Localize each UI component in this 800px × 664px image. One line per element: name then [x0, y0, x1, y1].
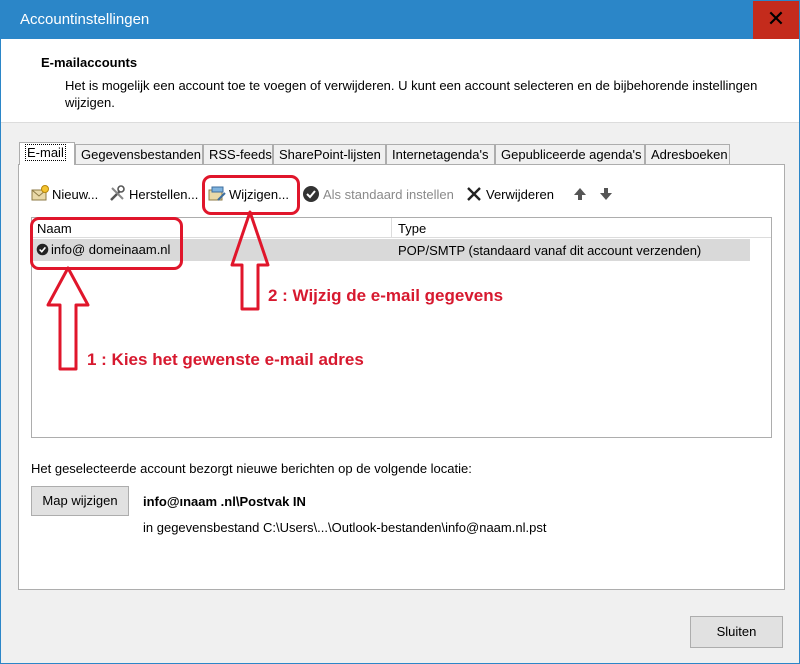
- account-settings-window: Accountinstellingen ✕ E-mailaccounts Het…: [0, 0, 800, 664]
- set-default-button[interactable]: Als standaard instellen: [302, 183, 454, 205]
- arrow-up-annotation-2: [230, 210, 270, 311]
- column-header-type[interactable]: Type: [392, 218, 426, 238]
- column-header-name[interactable]: Naam: [32, 218, 392, 238]
- tab-address-books[interactable]: Adresboeken: [645, 144, 730, 165]
- close-icon: ✕: [766, 6, 786, 31]
- close-window-button[interactable]: ✕: [753, 1, 799, 39]
- tab-published-calendars[interactable]: Gepubliceerde agenda's: [495, 144, 645, 165]
- section-title: E-mailaccounts: [41, 55, 138, 70]
- annotation-step-1: 1 : Kies het gewenste e-mail adres: [87, 350, 364, 369]
- arrow-down-icon: [600, 188, 612, 200]
- account-type-cell: POP/SMTP (standaard vanaf dit account ve…: [398, 243, 702, 258]
- close-button[interactable]: Sluiten: [690, 616, 783, 648]
- change-label: Wijzigen...: [229, 186, 289, 202]
- checkmark-circle-icon: [303, 186, 319, 202]
- account-list[interactable]: Naam Type info@ domeinaam.nl POP/SMTP (s…: [31, 217, 772, 438]
- delivery-folder-path: info@ınaam .nl\Postvak IN: [143, 494, 306, 509]
- list-scrollbar[interactable]: [750, 239, 771, 437]
- account-email: info@ domeinaam.nl: [51, 242, 171, 257]
- title-bar[interactable]: Accountinstellingen ✕: [1, 1, 799, 39]
- delete-x-icon: [467, 187, 481, 201]
- window-title: Accountinstellingen: [20, 11, 150, 28]
- tab-email[interactable]: E-mail: [19, 142, 75, 165]
- section-description: Het is mogelijk een account toe te voege…: [65, 78, 758, 110]
- arrow-up-annotation-1: [46, 266, 90, 371]
- repair-button[interactable]: Herstellen...: [108, 183, 198, 205]
- tab-data-files[interactable]: Gegevensbestanden: [75, 144, 203, 165]
- tab-rss-feeds[interactable]: RSS-feeds: [203, 144, 273, 165]
- remove-label: Verwijderen: [486, 186, 554, 202]
- move-down-button[interactable]: [597, 183, 618, 205]
- new-mail-icon: [31, 185, 49, 201]
- new-account-label: Nieuw...: [52, 186, 99, 202]
- tools-icon: [110, 185, 125, 201]
- tab-label: E-mail: [25, 144, 66, 161]
- account-name-cell: info@ domeinaam.nl: [36, 242, 170, 257]
- annotation-step-2: 2 : Wijzig de e-mail gegevens: [268, 286, 504, 305]
- table-row[interactable]: info@ domeinaam.nl POP/SMTP (standaard v…: [32, 239, 750, 261]
- change-folder-button[interactable]: Map wijzigen: [31, 486, 129, 516]
- change-folder-label: Map wijzigen: [42, 493, 118, 508]
- delivery-location-label: Het geselecteerde account bezorgt nieuwe…: [31, 461, 472, 476]
- data-file-path: in gegevensbestand C:\Users\...\Outlook-…: [143, 520, 547, 535]
- tab-sharepoint-lists[interactable]: SharePoint-lijsten: [273, 144, 386, 165]
- repair-label: Herstellen...: [129, 186, 199, 202]
- close-button-label: Sluiten: [716, 624, 757, 639]
- remove-button[interactable]: Verwijderen: [465, 183, 554, 205]
- edit-account-icon: [208, 186, 226, 201]
- new-account-button[interactable]: Nieuw...: [31, 183, 98, 205]
- email-tab-panel: Nieuw... Herstellen... Wijzigen... Als s…: [18, 164, 785, 590]
- header-area: E-mailaccounts Het is mogelijk een accou…: [1, 39, 799, 123]
- change-button[interactable]: Wijzigen...: [208, 183, 289, 205]
- list-header: Naam Type: [32, 218, 771, 238]
- arrow-up-icon: [574, 188, 586, 200]
- move-up-button[interactable]: [571, 183, 592, 205]
- default-account-icon: [36, 243, 49, 256]
- set-default-label: Als standaard instellen: [323, 186, 454, 202]
- tab-internet-calendars[interactable]: Internetagenda's: [386, 144, 495, 165]
